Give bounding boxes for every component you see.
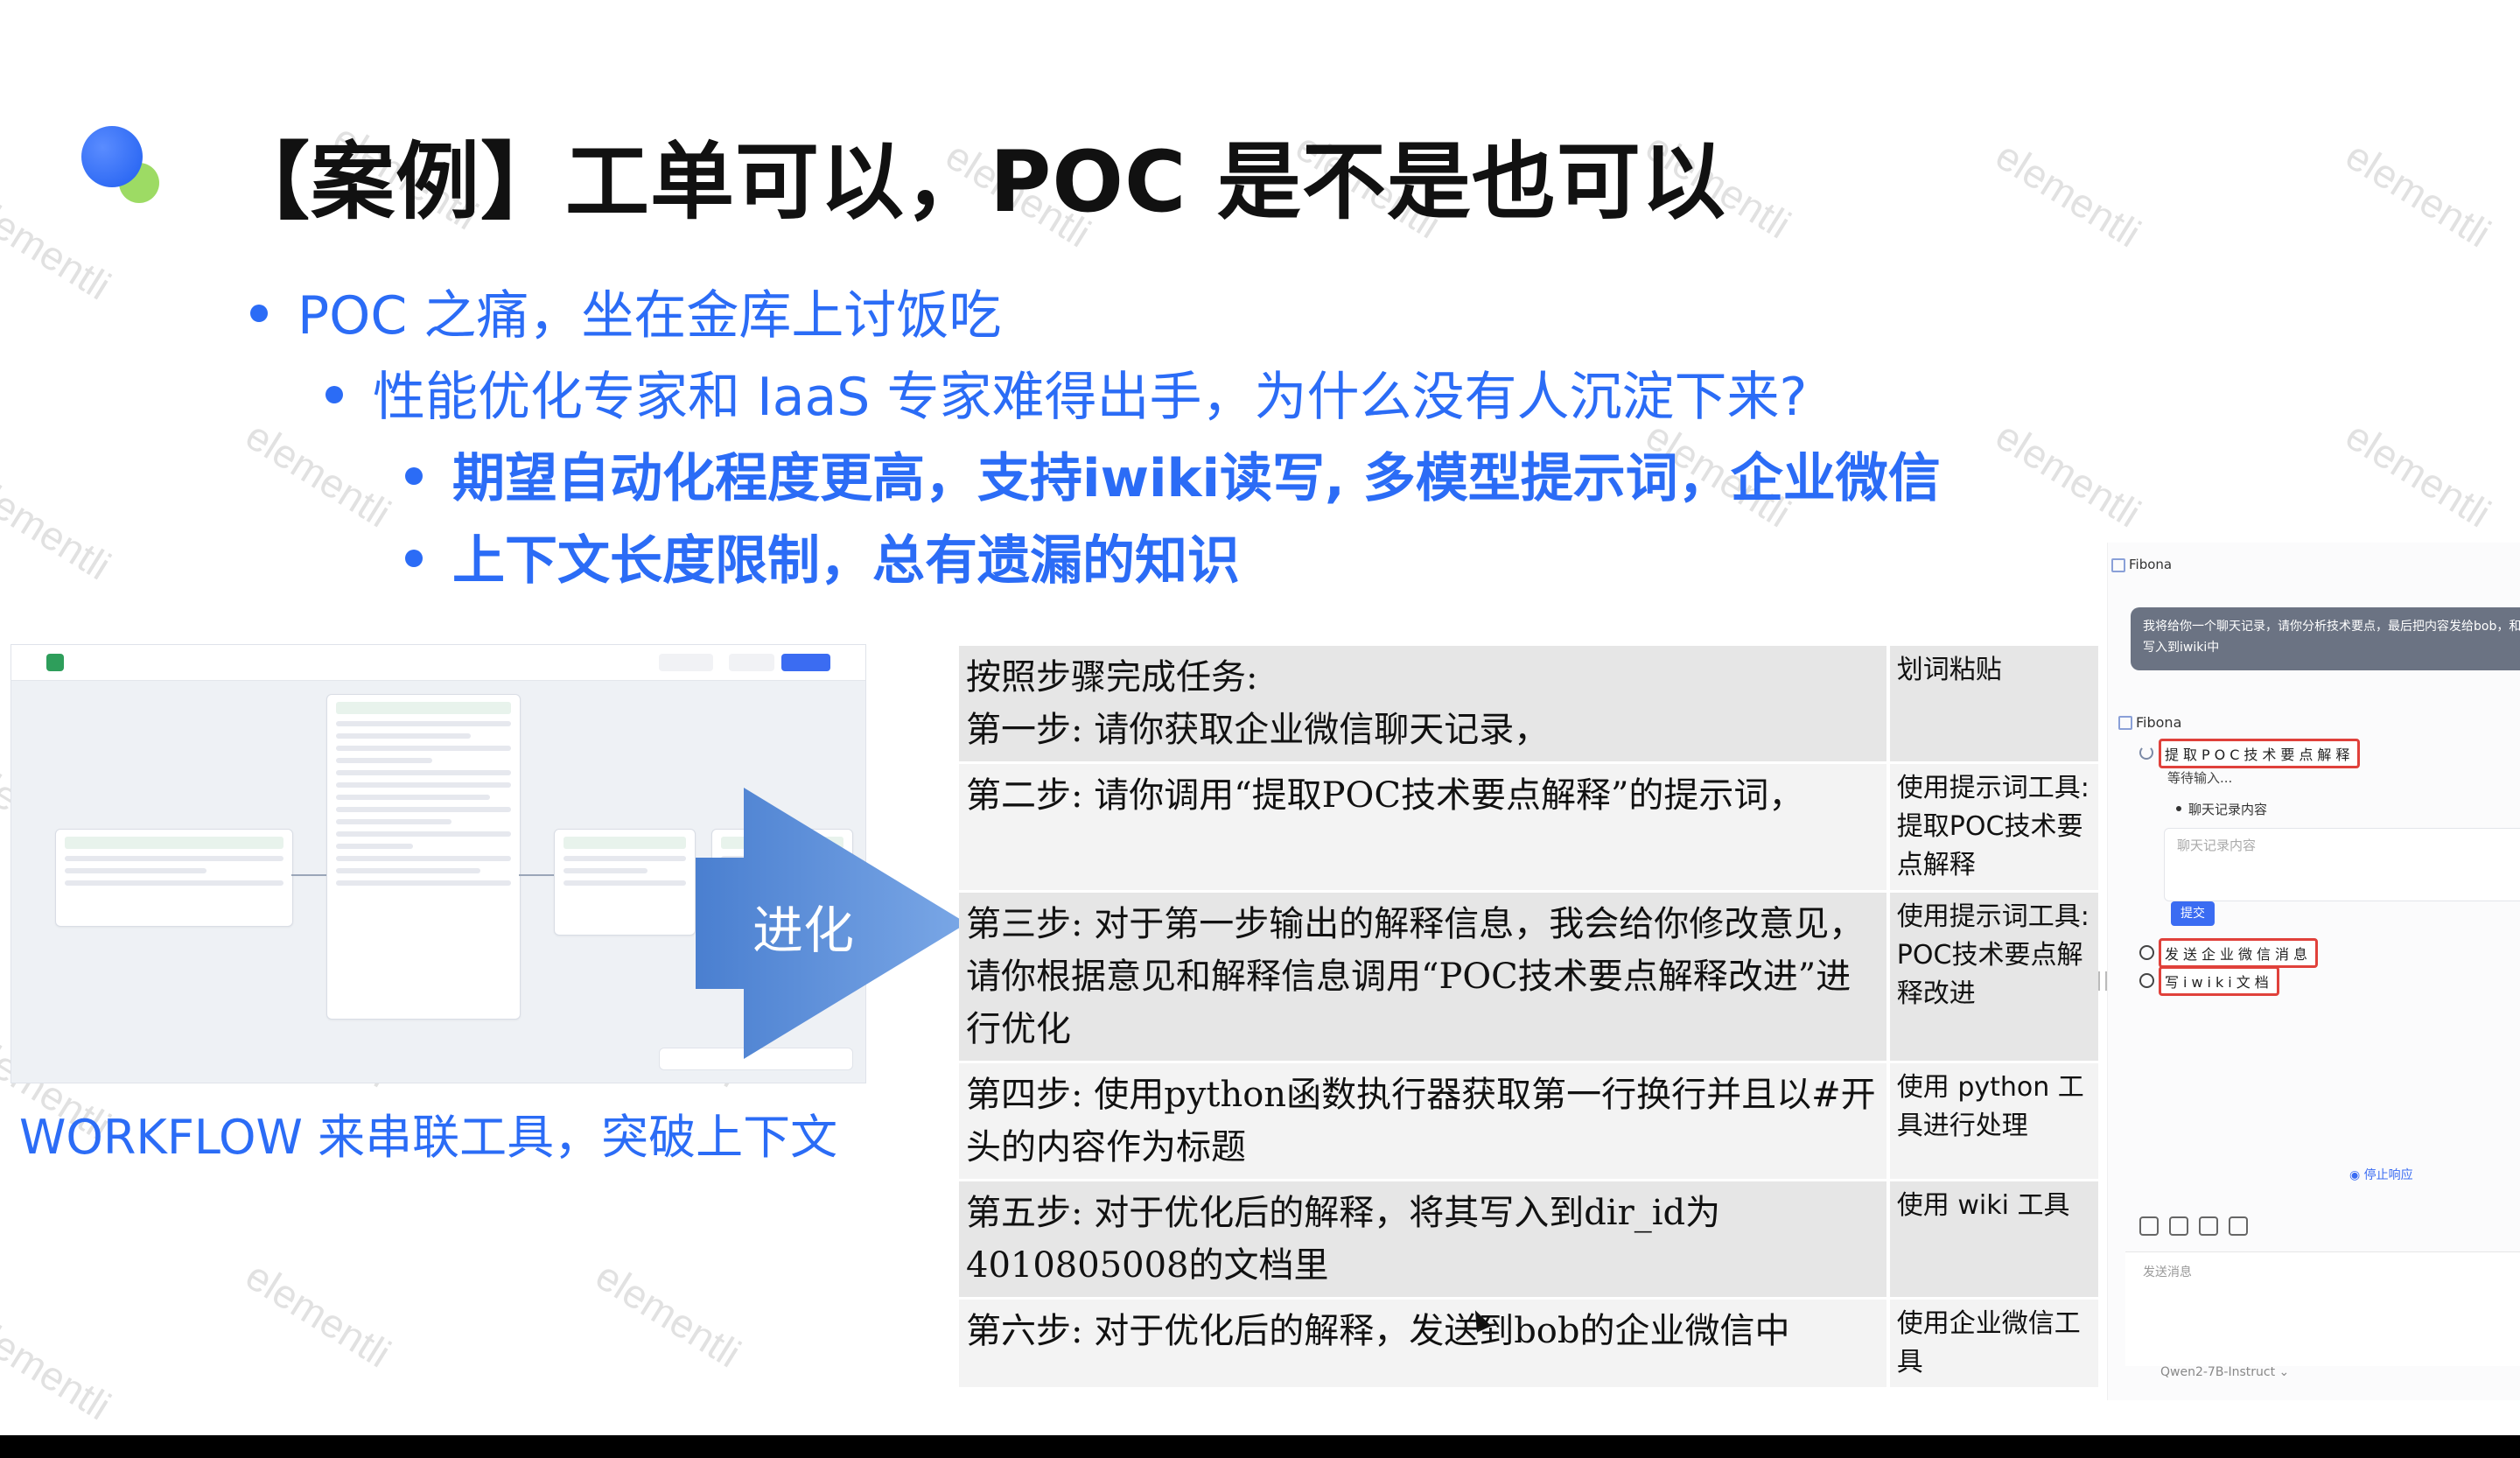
step-cell: 第六步: 对于优化后的解释，发送到bob的企业微信中 [959, 1298, 1888, 1390]
workflow-edge [291, 874, 326, 876]
bullet-text: 性能优化专家和 IaaS 专家难得出手，为什么没有人沉淀下来? [373, 367, 1808, 428]
agent-name: Fibona [2136, 714, 2182, 731]
workflow-button[interactable] [659, 654, 713, 671]
waiting-status: 等待输入... [2167, 770, 2233, 786]
tool-cell: 使用提示词工具: 提取POC技术要点解释 [1886, 762, 2098, 893]
chat-log-placeholder: 聊天记录内容 [2177, 838, 2257, 853]
workflow-caption: WORKFLOW 来串联工具，突破上下文 [19, 1110, 838, 1165]
agent-icon [2118, 716, 2132, 730]
user-message-text: 我将给你一个聊天记录，请你分析技术要点，最后把内容发给bob，和写入到iwiki… [2143, 620, 2520, 655]
tool-cell: 划词粘贴 [1886, 646, 2098, 764]
bullet-dot [326, 386, 343, 404]
workflow-step-current: 提取POC技术要点解释 [2159, 739, 2361, 768]
tool-cell: 使用企业微信工具 [1886, 1298, 2098, 1390]
panel-resize-handle[interactable] [2098, 971, 2107, 991]
watermark: elementli [237, 1251, 399, 1377]
watermark: elementli [0, 464, 119, 589]
watermark: elementli [1987, 131, 2149, 256]
submit-button[interactable]: 提交 [2171, 901, 2215, 926]
chat-panel: Fibona 我将给你一个聊天记录，请你分析技术要点，最后把内容发给bob，和写… [2107, 543, 2520, 1400]
table-row: 第二步: 请你调用“提取POC技术要点解释”的提示词， 使用提示词工具: 提取P… [959, 762, 2098, 893]
workflow-step-pending: 写iwiki文档 [2159, 966, 2279, 996]
watermark: elementli [1987, 411, 2149, 536]
table-row: 第四步: 使用python函数执行器获取第一行换行并且以#开头的内容作为标题 使… [959, 1062, 2098, 1181]
chat-log-input[interactable]: 聊天记录内容 [2164, 828, 2520, 901]
bottom-bar [0, 1435, 2520, 1458]
stop-response-label: 停止响应 [2363, 1168, 2413, 1182]
step-cell: 第四步: 使用python函数执行器获取第一行换行并且以#开头的内容作为标题 [959, 1062, 1888, 1181]
field-label: 聊天记录内容 [2188, 802, 2268, 817]
watermark: elementli [587, 1251, 749, 1377]
bullet-text: POC 之痛，坐在金库上讨饭吃 [298, 285, 1002, 347]
stop-response-button[interactable]: ◉ 停止响应 [2349, 1166, 2413, 1183]
chat-panel-title: Fibona [2129, 557, 2173, 572]
model-selector[interactable]: Qwen2-7B-Instruct ⌄ [2160, 1365, 2289, 1379]
book-icon[interactable] [2199, 1216, 2218, 1236]
tool-cell: 使用 wiki 工具 [1886, 1180, 2098, 1300]
step-cell: 第二步: 请你调用“提取POC技术要点解释”的提示词， [959, 762, 1888, 893]
pending-step-icon [2139, 945, 2154, 960]
bullet-level1: POC 之痛，坐在金库上讨饭吃 [250, 273, 1001, 349]
page-title: 【案例】工单可以，POC 是不是也可以 [226, 133, 1726, 231]
publish-button[interactable] [781, 654, 830, 671]
message-placeholder: 发送消息 [2143, 1265, 2192, 1279]
bullet-text: 期望自动化程度更高，支持iwiki读写, 多模型提示词，企业微信 [452, 448, 1941, 509]
table-row: 第五步: 对于优化后的解释，将其写入到dir_id为4010805008的文档里… [959, 1180, 2098, 1300]
bullet-level3: 期望自动化程度更高，支持iwiki读写, 多模型提示词，企业微信 [405, 436, 1941, 512]
arrow-label: 进化 [752, 901, 855, 960]
bullet-dot [250, 305, 268, 323]
loading-spinner-icon [2139, 746, 2153, 760]
table-row: 按照步骤完成任务: 第一步: 请你获取企业微信聊天记录， 划词粘贴 [959, 646, 2098, 764]
bullet-dot [405, 550, 423, 568]
step-cell: 第五步: 对于优化后的解释，将其写入到dir_id为4010805008的文档里 [959, 1180, 1888, 1300]
app-logo-icon [46, 654, 64, 671]
title-dot-blue [81, 126, 143, 187]
slide: elementli elementli elementli elementli … [0, 0, 2520, 1435]
workflow-topbar [11, 645, 865, 681]
workflow-button[interactable] [729, 654, 774, 671]
step-cell: 按照步骤完成任务: 第一步: 请你获取企业微信聊天记录， [959, 646, 1888, 764]
table-row: 第六步: 对于优化后的解释，发送到bob的企业微信中 使用企业微信工具 [959, 1298, 2098, 1390]
workflow-node-llm[interactable] [326, 694, 521, 1020]
bullet-level2: 性能优化专家和 IaaS 专家难得出手，为什么没有人沉淀下来? [326, 354, 1807, 431]
step-cell: 第三步: 对于第一步输出的解释信息，我会给你修改意见，请你根据意见和解释信息调用… [959, 891, 1888, 1063]
pending-step-icon [2139, 973, 2154, 988]
workflow-step-pending: 发送企业微信消息 [2159, 938, 2319, 968]
table-row: 第三步: 对于第一步输出的解释信息，我会给你修改意见，请你根据意见和解释信息调用… [959, 891, 2098, 1063]
workflow-edge [519, 874, 554, 876]
scissors-icon[interactable] [2169, 1216, 2188, 1236]
watermark: elementli [2337, 411, 2499, 536]
tool-cell: 使用 python 工具进行处理 [1886, 1062, 2098, 1181]
workflow-node-start[interactable] [55, 829, 293, 927]
model-name: Qwen2-7B-Instruct [2160, 1365, 2276, 1379]
user-message-bubble: 我将给你一个聊天记录，请你分析技术要点，最后把内容发给bob，和写入到iwiki… [2131, 607, 2520, 670]
steps-table: 按照步骤完成任务: 第一步: 请你获取企业微信聊天记录， 划词粘贴 第二步: 请… [959, 646, 2098, 1390]
watermark: elementli [0, 184, 119, 309]
settings-icon[interactable] [2229, 1216, 2248, 1236]
message-input[interactable]: 发送消息 [2125, 1251, 2520, 1366]
add-icon[interactable] [2139, 1216, 2159, 1236]
agent-icon [2111, 558, 2125, 572]
workflow-node-tool[interactable] [554, 829, 696, 936]
bullet-text: 上下文长度限制，总有遗漏的知识 [452, 530, 1240, 592]
watermark: elementli [0, 1304, 119, 1429]
bullet-level3: 上下文长度限制，总有遗漏的知识 [405, 518, 1240, 594]
tool-cell: 使用提示词工具: POC技术要点解释改进 [1886, 891, 2098, 1063]
field-bullet-icon [2176, 806, 2181, 811]
bullet-dot [405, 467, 423, 486]
watermark: elementli [2337, 131, 2499, 256]
